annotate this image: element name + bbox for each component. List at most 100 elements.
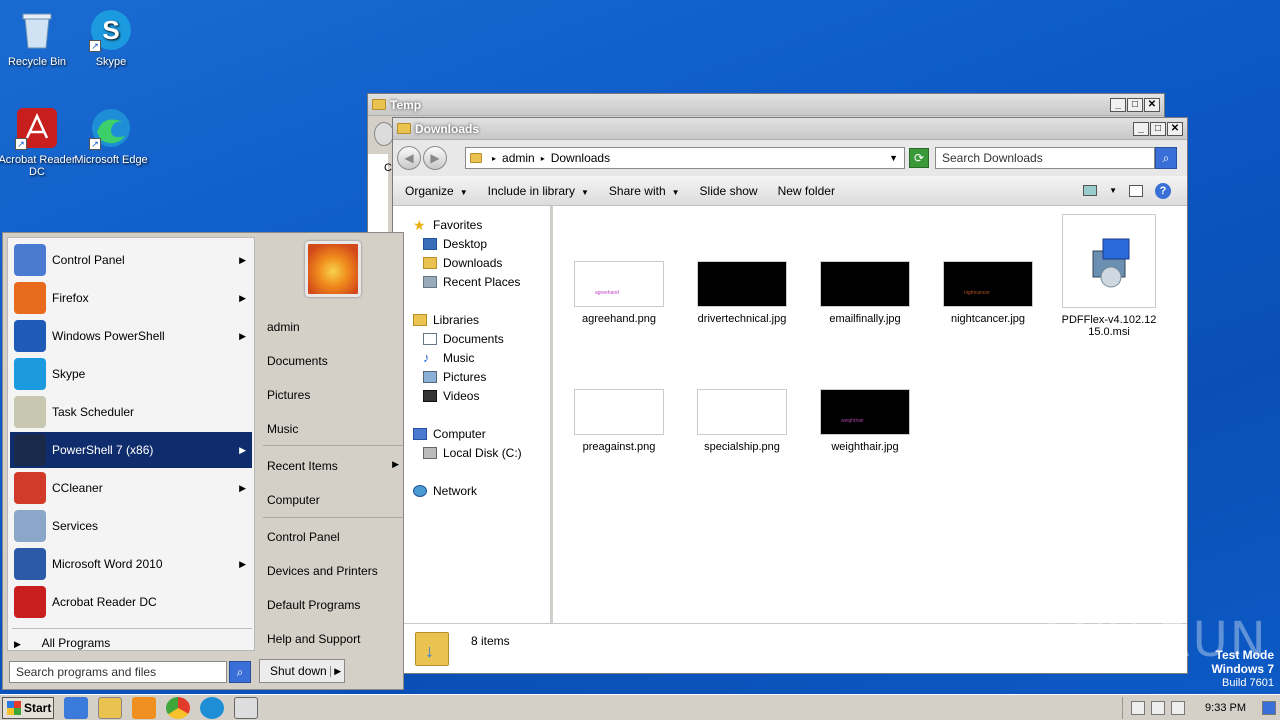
user-link[interactable]: admin bbox=[267, 320, 300, 334]
recent-items-label: Recent Items bbox=[267, 459, 338, 473]
start-program-item[interactable]: Task Scheduler bbox=[10, 394, 252, 430]
music-link[interactable]: Music bbox=[267, 422, 298, 436]
desktop-icon-recycle-bin[interactable]: Recycle Bin bbox=[0, 8, 77, 68]
program-label: Acrobat Reader DC bbox=[52, 595, 157, 609]
file-item[interactable]: drivertechnical.jpg bbox=[692, 261, 792, 325]
start-program-item[interactable]: CCleaner ▶ bbox=[10, 470, 252, 506]
help-support-link[interactable]: Help and Support bbox=[267, 632, 360, 646]
breadcrumb-admin[interactable]: admin bbox=[502, 151, 535, 165]
nav-desktop[interactable]: Desktop bbox=[423, 235, 487, 253]
file-item[interactable]: preagainst.png bbox=[569, 389, 669, 453]
shutdown-label: Shut down bbox=[270, 664, 327, 678]
start-program-item[interactable]: Acrobat Reader DC bbox=[10, 584, 252, 620]
breadcrumb-downloads[interactable]: Downloads bbox=[551, 151, 610, 165]
nav-videos[interactable]: Videos bbox=[423, 387, 479, 405]
slide-show-button[interactable]: Slide show bbox=[700, 184, 758, 198]
nav-music[interactable]: ♪ Music bbox=[423, 349, 474, 367]
control-panel-link[interactable]: Control Panel bbox=[267, 530, 340, 544]
flag-icon[interactable] bbox=[1171, 700, 1186, 715]
back-icon[interactable] bbox=[374, 122, 394, 146]
refresh-button[interactable]: ⟳ bbox=[909, 148, 929, 168]
search-input[interactable]: Search Downloads bbox=[935, 147, 1155, 169]
nav-downloads[interactable]: Downloads bbox=[423, 254, 502, 272]
file-item[interactable]: weighthair weighthair.jpg bbox=[815, 389, 915, 453]
maximize-button[interactable]: □ bbox=[1127, 97, 1143, 112]
nav-documents[interactable]: Documents bbox=[423, 330, 504, 348]
share-with-button[interactable]: Share with ▼ bbox=[609, 184, 680, 198]
chevron-right-icon: ▶ bbox=[14, 639, 21, 649]
start-search-input[interactable]: Search programs and files bbox=[9, 661, 227, 683]
documents-link[interactable]: Documents bbox=[267, 354, 328, 368]
computer-link[interactable]: Computer bbox=[267, 493, 320, 507]
nav-libraries[interactable]: Libraries bbox=[413, 311, 479, 329]
file-item[interactable]: nightcancer nightcancer.jpg bbox=[938, 261, 1038, 325]
network-tray-icon[interactable] bbox=[1151, 700, 1166, 715]
item-count: 8 items bbox=[471, 634, 510, 648]
volume-icon[interactable] bbox=[1131, 700, 1146, 715]
search-icon[interactable]: ⌕ bbox=[1155, 147, 1177, 169]
explorer-window[interactable]: Downloads _ □ ✕ ◀ ▶ ▸ admin ▸ Downloads … bbox=[392, 117, 1188, 674]
file-item[interactable]: emailfinally.jpg bbox=[815, 261, 915, 325]
edge-icon[interactable] bbox=[200, 696, 224, 719]
file-item[interactable]: specialship.png bbox=[692, 389, 792, 453]
close-button[interactable]: ✕ bbox=[1144, 97, 1160, 112]
address-bar[interactable]: ▸ admin ▸ Downloads ▼ bbox=[465, 147, 905, 169]
back-button[interactable]: ◀ bbox=[397, 146, 421, 170]
start-program-item[interactable]: Microsoft Word 2010 ▶ bbox=[10, 546, 252, 582]
minimize-button[interactable]: _ bbox=[1133, 121, 1149, 136]
user-avatar[interactable] bbox=[305, 241, 361, 297]
preview-pane-icon[interactable] bbox=[1129, 184, 1143, 197]
minimize-button[interactable]: _ bbox=[1110, 97, 1126, 112]
clock[interactable]: 9:33 PM bbox=[1205, 702, 1246, 714]
nav-network[interactable]: Network bbox=[413, 482, 477, 500]
start-program-item[interactable]: Services bbox=[10, 508, 252, 544]
program-icon bbox=[14, 434, 46, 466]
search-icon[interactable]: ⌕ bbox=[229, 661, 251, 683]
desktop-icon-edge[interactable]: ↗ Microsoft Edge bbox=[71, 106, 151, 166]
include-library-button[interactable]: Include in library ▼ bbox=[488, 184, 589, 198]
ie-icon[interactable] bbox=[64, 696, 88, 719]
help-icon[interactable]: ? bbox=[1155, 182, 1171, 199]
pictures-link[interactable]: Pictures bbox=[267, 388, 310, 402]
start-program-item[interactable]: Skype bbox=[10, 356, 252, 392]
nav-recent-places[interactable]: Recent Places bbox=[423, 273, 520, 291]
program-icon bbox=[14, 320, 46, 352]
forward-button[interactable]: ▶ bbox=[423, 146, 447, 170]
file-item[interactable]: agreehand agreehand.png bbox=[569, 261, 669, 325]
start-program-item[interactable]: Firefox ▶ bbox=[10, 280, 252, 316]
nav-computer[interactable]: Computer bbox=[413, 425, 486, 443]
media-player-icon[interactable] bbox=[132, 696, 156, 719]
view-icon[interactable] bbox=[1083, 185, 1098, 196]
close-button[interactable]: ✕ bbox=[1167, 121, 1183, 136]
nav-local-disk[interactable]: Local Disk (C:) bbox=[423, 444, 522, 462]
nav-favorites[interactable]: ★ Favorites bbox=[413, 216, 482, 234]
nav-pictures[interactable]: Pictures bbox=[423, 368, 486, 386]
start-button[interactable]: Start bbox=[2, 696, 54, 719]
chevron-down-icon[interactable]: ▼ bbox=[889, 153, 898, 163]
default-programs-link[interactable]: Default Programs bbox=[267, 598, 360, 612]
explorer-icon[interactable] bbox=[98, 696, 122, 719]
start-program-item[interactable]: Windows PowerShell ▶ bbox=[10, 318, 252, 354]
all-programs-button[interactable]: ▶ All Programs bbox=[14, 636, 110, 650]
devices-printers-link[interactable]: Devices and Printers bbox=[267, 564, 378, 578]
explorer-titlebar[interactable]: Downloads _ □ ✕ bbox=[393, 118, 1187, 140]
file-item[interactable]: PDFFlex-v4.102.12 15.0.msi bbox=[1059, 214, 1159, 338]
chevron-down-icon[interactable]: ▼ bbox=[1109, 186, 1117, 195]
recent-items-link[interactable]: Recent Items ▶ bbox=[267, 459, 399, 473]
organize-button[interactable]: Organize ▼ bbox=[405, 184, 468, 198]
desktop-icon-label: Acrobat Reader DC bbox=[0, 154, 76, 178]
temp-titlebar[interactable]: Temp _ □ ✕ bbox=[368, 94, 1164, 116]
chrome-icon[interactable] bbox=[166, 696, 190, 719]
maximize-button[interactable]: □ bbox=[1150, 121, 1166, 136]
show-desktop-icon[interactable] bbox=[1262, 700, 1276, 715]
chevron-right-icon[interactable]: ▶ bbox=[330, 665, 344, 677]
new-folder-button[interactable]: New folder bbox=[778, 184, 835, 198]
desktop-icon-acrobat[interactable]: ↗ Acrobat Reader DC bbox=[0, 106, 77, 178]
start-program-item[interactable]: Control Panel ▶ bbox=[10, 242, 252, 278]
navigation-pane: ★ Favorites Desktop Downloads Recent Pla… bbox=[393, 206, 551, 623]
pictures-icon bbox=[423, 371, 437, 383]
installer-icon[interactable] bbox=[234, 696, 258, 719]
start-program-item[interactable]: PowerShell 7 (x86) ▶ bbox=[10, 432, 252, 468]
shutdown-button[interactable]: Shut down ▶ bbox=[259, 659, 345, 683]
desktop-icon-skype[interactable]: S ↗ Skype bbox=[71, 8, 151, 68]
